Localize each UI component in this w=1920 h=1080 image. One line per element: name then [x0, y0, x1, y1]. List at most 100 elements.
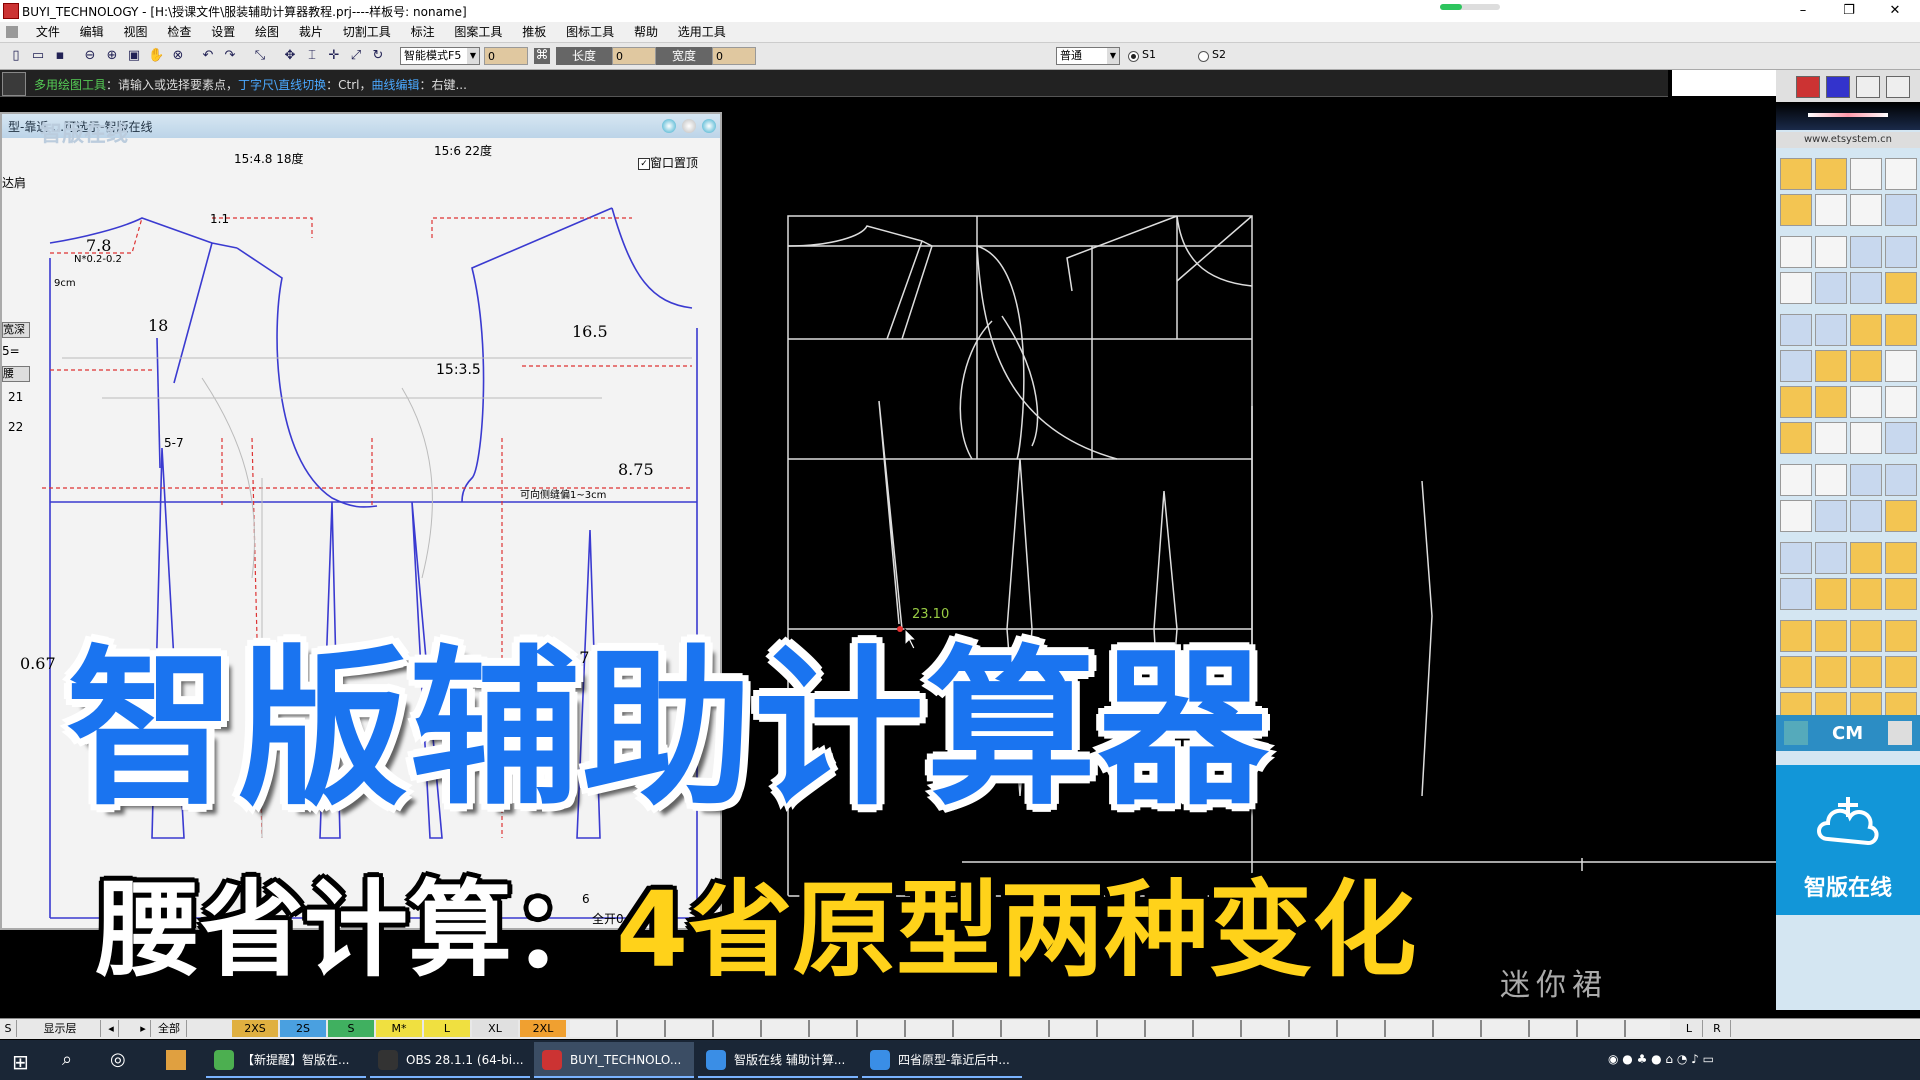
drafting-tool-icon[interactable]: [1850, 272, 1882, 304]
drafting-tool-icon[interactable]: [1885, 194, 1917, 226]
drafting-tool-icon[interactable]: [1885, 158, 1917, 190]
drafting-tool-icon[interactable]: [1780, 500, 1812, 532]
window-dot-icon[interactable]: [702, 119, 716, 133]
drafting-tool-icon[interactable]: [1815, 314, 1847, 346]
save-icon[interactable]: ▪: [52, 48, 68, 64]
menu-view[interactable]: 视图: [116, 22, 156, 42]
drafting-tool-icon[interactable]: [1885, 422, 1917, 454]
fit-screen-icon[interactable]: ▣: [126, 48, 142, 64]
menu-edit[interactable]: 编辑: [72, 22, 112, 42]
new-file-icon[interactable]: ▯: [8, 48, 24, 64]
tray-icons[interactable]: ◉ ● ♣ ● ⌂ ◔ ♪ ▭: [1608, 1052, 1714, 1066]
open-file-icon[interactable]: ▭: [30, 48, 46, 64]
taskbar-item[interactable]: 四省原型-靠近后中...: [862, 1042, 1022, 1078]
drafting-tool-icon[interactable]: [1780, 620, 1812, 652]
doc-menu-icon[interactable]: [6, 26, 18, 38]
next-arrow-icon[interactable]: ▸: [136, 1020, 151, 1037]
menu-pieces[interactable]: 裁片: [291, 22, 331, 42]
pattern-window-titlebar[interactable]: 型-靠近 …可选示-智版在线 智版在线: [2, 114, 720, 147]
zoom-window-icon[interactable]: ⊗: [170, 48, 186, 64]
hint-input-box[interactable]: [1672, 70, 1776, 96]
move-icon[interactable]: ✥: [282, 48, 298, 64]
menu-annotate[interactable]: 标注: [403, 22, 443, 42]
drafting-tool-icon[interactable]: [1850, 422, 1882, 454]
drafting-tool-icon[interactable]: [1885, 464, 1917, 496]
length-input[interactable]: 0: [612, 47, 656, 65]
drafting-tool-icon[interactable]: [1780, 578, 1812, 610]
drafting-tool-icon[interactable]: [1815, 194, 1847, 226]
media-player-icon[interactable]: [166, 1050, 186, 1070]
drafting-tool-icon[interactable]: [1850, 158, 1882, 190]
drafting-tool-icon[interactable]: [1815, 350, 1847, 382]
drafting-tool-icon[interactable]: [1885, 500, 1917, 532]
drafting-tool-icon[interactable]: [1780, 464, 1812, 496]
drafting-tool-icon[interactable]: [1885, 236, 1917, 268]
drafting-tool-icon[interactable]: [1885, 620, 1917, 652]
size-cell[interactable]: M*: [376, 1020, 422, 1037]
drafting-tool-icon[interactable]: [1885, 314, 1917, 346]
s2-radio[interactable]: [1198, 51, 1209, 62]
cross-icon[interactable]: ✛: [326, 48, 342, 64]
drafting-tool-icon[interactable]: [1885, 386, 1917, 418]
drafting-tool-icon[interactable]: [1885, 656, 1917, 688]
menu-grading[interactable]: 推板: [514, 22, 554, 42]
s1-radio[interactable]: [1128, 51, 1139, 62]
r-button[interactable]: R: [1704, 1020, 1731, 1037]
window-dot-icon[interactable]: [682, 119, 696, 133]
drafting-tool-icon[interactable]: [1815, 500, 1847, 532]
layer-palette-icon[interactable]: [1856, 76, 1880, 98]
taskbar-item[interactable]: BUYI_TECHNOLO...: [534, 1042, 694, 1078]
drafting-tool-icon[interactable]: [1815, 620, 1847, 652]
drafting-tool-icon[interactable]: [1850, 194, 1882, 226]
size-cell[interactable]: 2XS: [232, 1020, 278, 1037]
side-box[interactable]: 宽深: [2, 322, 30, 338]
undo-icon[interactable]: ↶: [200, 48, 216, 64]
measure-mode-icon[interactable]: ⌘: [534, 48, 550, 64]
all-sizes-button[interactable]: 全部: [152, 1020, 187, 1037]
scale-icon[interactable]: ⤢: [348, 48, 364, 64]
drafting-tool-icon[interactable]: [1850, 314, 1882, 346]
drafting-tool-icon[interactable]: [1780, 158, 1812, 190]
settings-icon[interactable]: [1784, 721, 1808, 745]
menu-select-tools[interactable]: 选用工具: [670, 22, 734, 42]
width-input[interactable]: 0: [712, 47, 756, 65]
pan-hand-icon[interactable]: ✋: [148, 48, 164, 64]
taskbar-item[interactable]: OBS 28.1.1 (64-bi...: [370, 1042, 530, 1078]
drafting-tool-icon[interactable]: [1815, 422, 1847, 454]
drafting-tool-icon[interactable]: [1780, 350, 1812, 382]
drafting-tool-icon[interactable]: [1780, 542, 1812, 574]
line-type-select[interactable]: 普通 ▼: [1056, 47, 1120, 65]
size-cell[interactable]: 2S: [280, 1020, 326, 1037]
menu-check[interactable]: 检查: [159, 22, 199, 42]
menu-cut-tools[interactable]: 切割工具: [335, 22, 399, 42]
l-button[interactable]: L: [1676, 1020, 1703, 1037]
drafting-tool-icon[interactable]: [1850, 386, 1882, 418]
drafting-tool-icon[interactable]: [1780, 656, 1812, 688]
drafting-tool-icon[interactable]: [1885, 272, 1917, 304]
drafting-tool-icon[interactable]: [1885, 578, 1917, 610]
drafting-tool-icon[interactable]: [1780, 194, 1812, 226]
size-cell[interactable]: XL: [472, 1020, 518, 1037]
menu-pattern-tools[interactable]: 图案工具: [446, 22, 510, 42]
drafting-tool-icon[interactable]: [1780, 422, 1812, 454]
redo-icon[interactable]: ↷: [222, 48, 238, 64]
drafting-tool-icon[interactable]: [1850, 350, 1882, 382]
drafting-tool-icon[interactable]: [1850, 500, 1882, 532]
layer-blue-icon[interactable]: [1826, 76, 1850, 98]
drafting-tool-icon[interactable]: [1850, 236, 1882, 268]
search-icon[interactable]: ⌕: [62, 1049, 72, 1070]
zoom-out-icon[interactable]: ⊖: [82, 48, 98, 64]
drafting-tool-icon[interactable]: [1850, 464, 1882, 496]
drafting-tool-icon[interactable]: [1850, 620, 1882, 652]
calculator-icon[interactable]: [1888, 721, 1912, 745]
close-button[interactable]: ✕: [1872, 0, 1918, 22]
drafting-tool-icon[interactable]: [1815, 386, 1847, 418]
drafting-tool-icon[interactable]: [1815, 272, 1847, 304]
unit-cm-button[interactable]: CM: [1832, 723, 1863, 744]
drafting-tool-icon[interactable]: [1815, 158, 1847, 190]
size-cell[interactable]: 2XL: [520, 1020, 566, 1037]
drafting-tool-icon[interactable]: [1885, 350, 1917, 382]
drafting-tool-icon[interactable]: [1815, 542, 1847, 574]
windows-start-icon[interactable]: ⊞: [12, 1050, 29, 1074]
drafting-tool-icon[interactable]: [1815, 578, 1847, 610]
